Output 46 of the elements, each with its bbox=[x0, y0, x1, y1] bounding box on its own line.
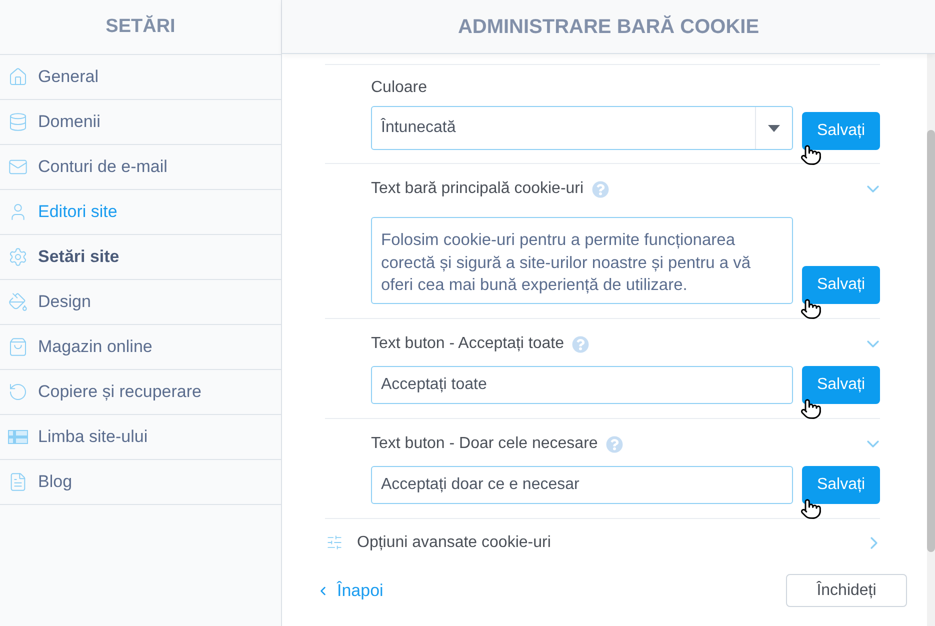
flag-icon bbox=[8, 430, 28, 444]
field-label: Text buton - Doar cele necesare bbox=[371, 434, 598, 454]
hand-cursor-icon bbox=[800, 498, 822, 520]
back-link[interactable]: Înapoi bbox=[316, 578, 384, 604]
help-icon[interactable] bbox=[572, 336, 590, 352]
sidebar-item[interactable]: Magazin online bbox=[0, 325, 281, 370]
sidebar-item[interactable]: Limba site-ului bbox=[0, 415, 281, 460]
advanced-options-item[interactable]: Opțiuni avansate cookie-uri bbox=[325, 518, 880, 566]
hand-cursor-icon bbox=[800, 398, 822, 420]
sidebar-item[interactable]: Conturi de e-mail bbox=[0, 145, 281, 190]
save-button[interactable]: Salvați bbox=[802, 112, 880, 150]
circular-arrow-icon bbox=[8, 382, 28, 402]
sidebar-item[interactable]: Editori site bbox=[0, 190, 281, 235]
home-icon bbox=[8, 67, 28, 87]
envelope-icon bbox=[8, 157, 28, 177]
hand-cursor-icon bbox=[800, 144, 822, 166]
help-icon[interactable] bbox=[592, 180, 609, 198]
field-label: Text buton - Acceptați toate bbox=[371, 334, 564, 354]
sidebar-item[interactable]: Setări site bbox=[0, 235, 281, 280]
save-button[interactable]: Salvați bbox=[802, 466, 880, 504]
document-icon bbox=[8, 472, 28, 492]
field-label: Culoare bbox=[371, 78, 428, 98]
sidebar-item[interactable]: Copiere și recuperare bbox=[0, 370, 281, 415]
save-button[interactable]: Salvați bbox=[802, 366, 880, 404]
paint-bucket-icon bbox=[8, 292, 28, 312]
hand-cursor-icon bbox=[800, 298, 822, 320]
dropdown-field[interactable]: Întunecată bbox=[371, 106, 793, 150]
shopping-bag-icon bbox=[8, 337, 28, 357]
sidebar-item[interactable]: General bbox=[0, 55, 281, 100]
panel-title: ADMINISTRARE BARĂ COOKIE bbox=[458, 14, 760, 40]
sidebar-item[interactable]: Domenii bbox=[0, 100, 281, 145]
sliders-icon bbox=[326, 534, 343, 551]
input-field[interactable]: Acceptați toate bbox=[371, 366, 793, 404]
sidebar-title: SETĂRI bbox=[106, 14, 176, 39]
caret-down-icon bbox=[768, 124, 780, 132]
textarea-field[interactable]: Folosim cookie-uri pentru a permite funcționarea corectă și sigură a site-urilor noastre și pentru a vă oferi cea mai bună experiență de utilizare. bbox=[371, 217, 793, 304]
close-button[interactable]: Închideți bbox=[786, 574, 907, 607]
sidebar-item[interactable]: Design bbox=[0, 280, 281, 325]
scrollbar[interactable] bbox=[927, 54, 935, 626]
input-field[interactable]: Acceptați doar ce e necesar bbox=[371, 466, 793, 504]
settings-icon bbox=[8, 247, 28, 267]
database-icon bbox=[8, 112, 28, 132]
save-button[interactable]: Salvați bbox=[802, 266, 880, 304]
field-label: Text bară principală cookie-uri bbox=[371, 179, 584, 199]
help-icon[interactable] bbox=[606, 436, 623, 452]
sidebar-item[interactable]: Blog bbox=[0, 460, 281, 505]
